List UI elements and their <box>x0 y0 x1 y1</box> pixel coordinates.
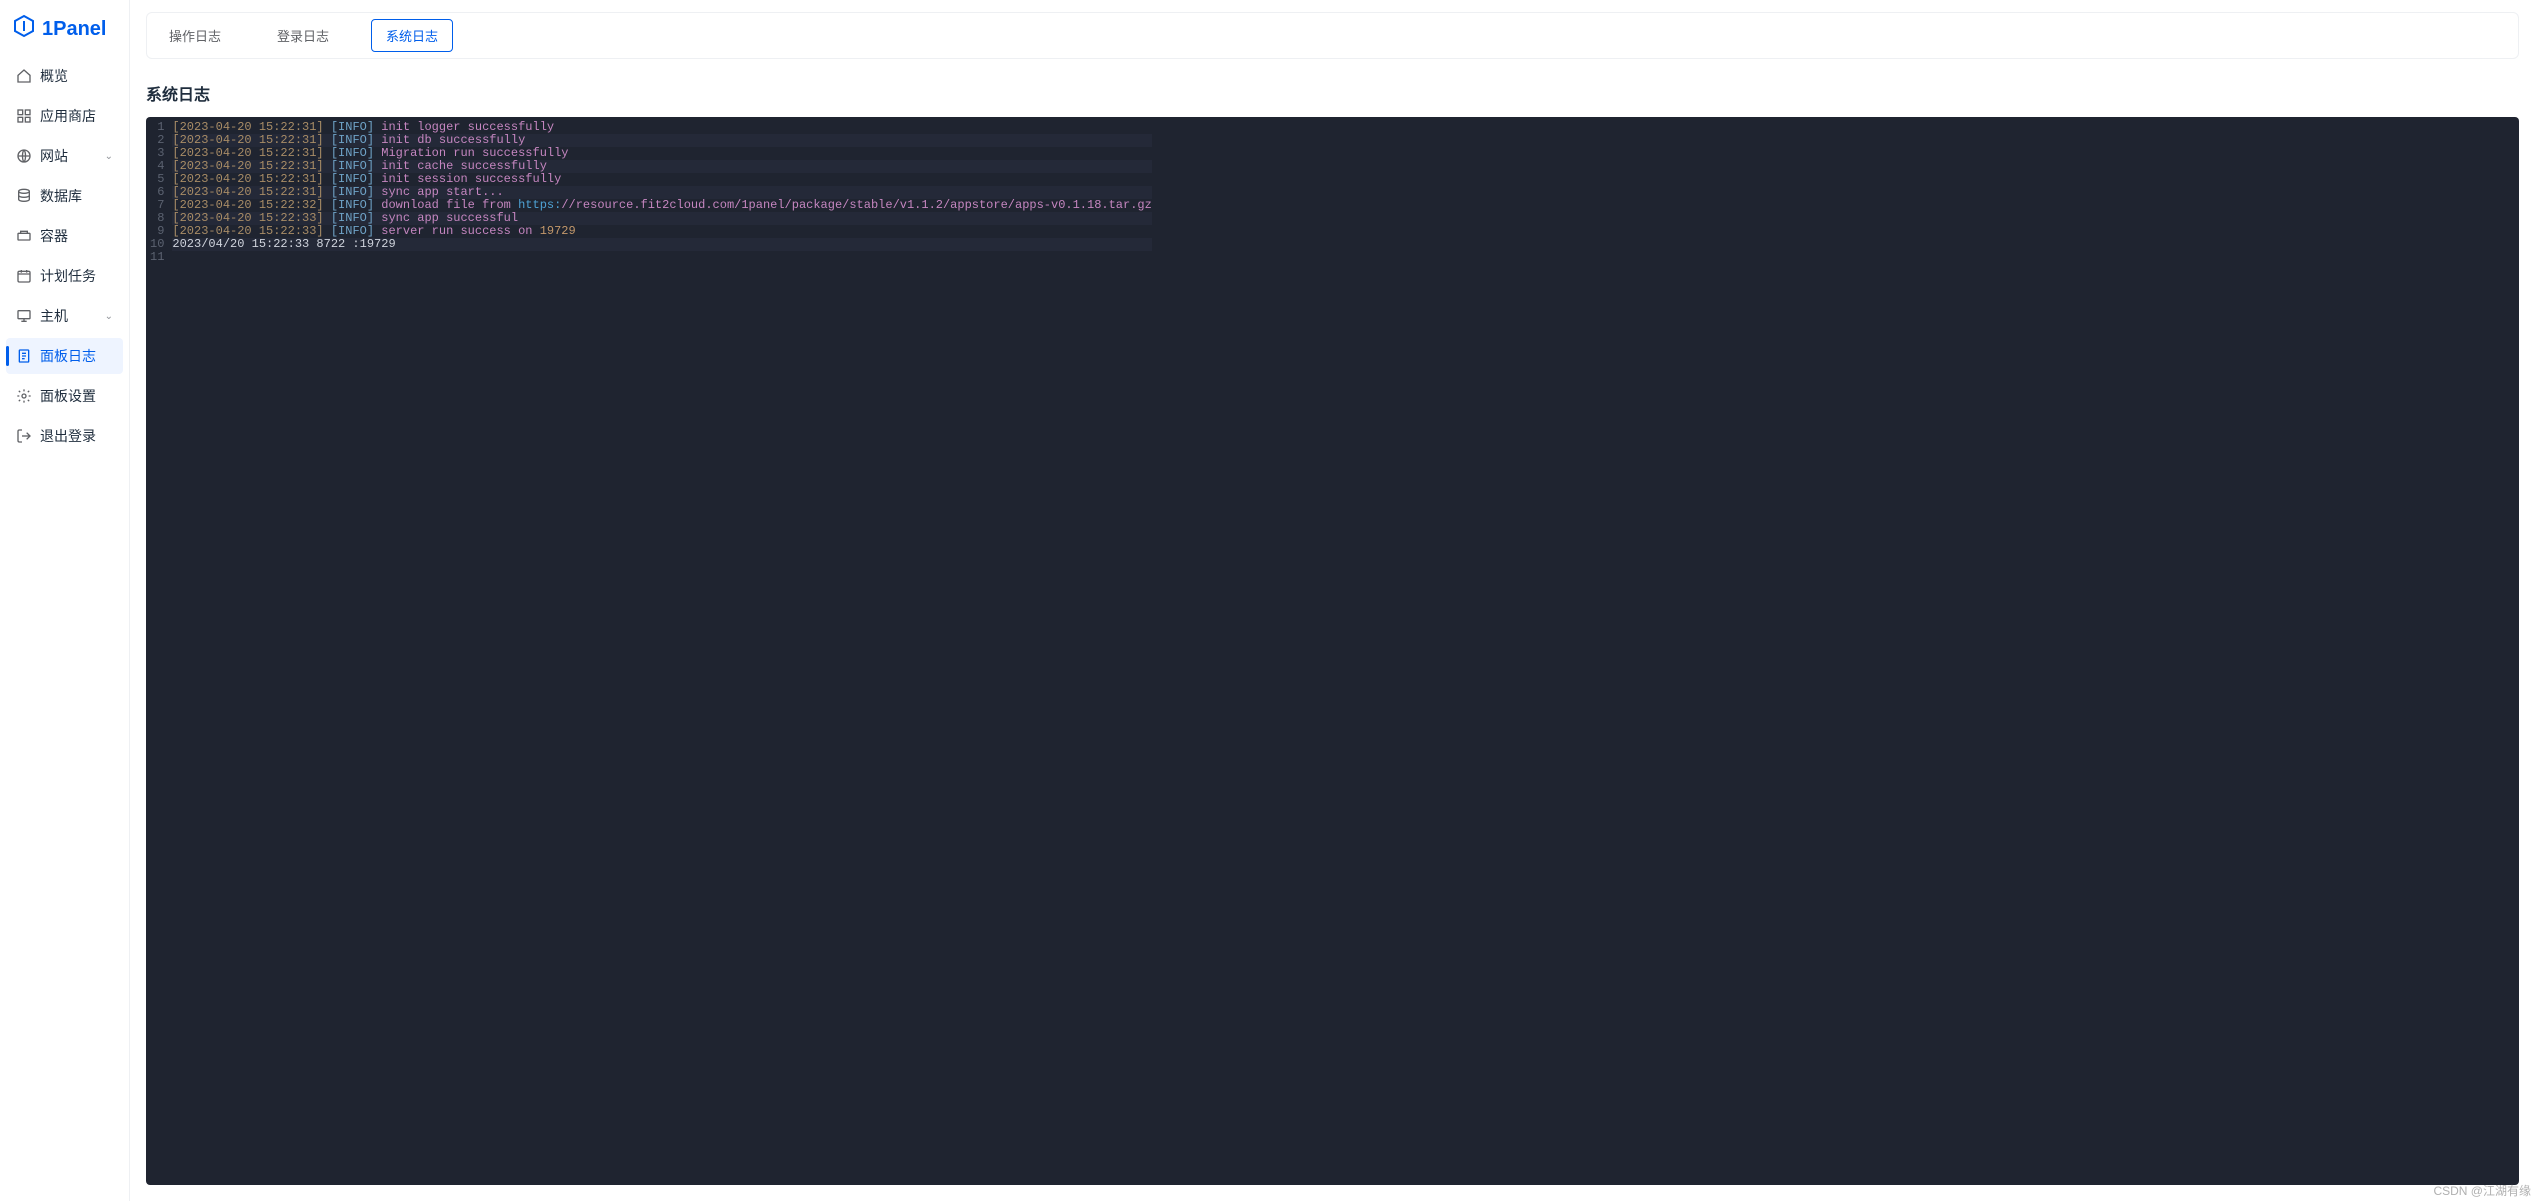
sidebar-item-label: 数据库 <box>40 186 82 206</box>
content: 系统日志 1234567891011 [2023-04-20 15:22:31]… <box>146 81 2519 1185</box>
console-gutter: 1234567891011 <box>146 117 172 1185</box>
schedule-icon <box>16 268 32 284</box>
sidebar-item-6[interactable]: 主机 ⌄ <box>6 298 123 334</box>
home-icon <box>16 68 32 84</box>
logout-icon <box>16 428 32 444</box>
sidebar-item-7[interactable]: 面板日志 <box>6 338 123 374</box>
sidebar-item-2[interactable]: 网站 ⌄ <box>6 138 123 174</box>
globe-icon <box>16 148 32 164</box>
tab-1[interactable]: 登录日志 <box>263 20 343 51</box>
sidebar-item-label: 应用商店 <box>40 106 96 126</box>
brand-hex-icon <box>12 14 36 44</box>
sidebar-item-8[interactable]: 面板设置 <box>6 378 123 414</box>
sidebar-item-5[interactable]: 计划任务 <box>6 258 123 294</box>
sidebar-item-label: 计划任务 <box>40 266 96 286</box>
sidebar-nav: 概览应用商店网站 ⌄ 数据库容器计划任务主机 ⌄ 面板日志面板设置退出登录 <box>6 58 123 454</box>
chevron-down-icon: ⌄ <box>105 311 113 322</box>
brand-text: 1Panel <box>42 18 106 41</box>
main: 操作日志登录日志系统日志 系统日志 1234567891011 [2023-04… <box>130 0 2535 1201</box>
apps-icon <box>16 108 32 124</box>
console-lines: [2023-04-20 15:22:31] [INFO] init logger… <box>172 117 1155 1185</box>
log-icon <box>16 348 32 364</box>
chevron-down-icon: ⌄ <box>105 151 113 162</box>
database-icon <box>16 188 32 204</box>
sidebar-item-label: 主机 <box>40 306 68 326</box>
sidebar-item-1[interactable]: 应用商店 <box>6 98 123 134</box>
sidebar-item-label: 概览 <box>40 66 68 86</box>
host-icon <box>16 308 32 324</box>
tab-0[interactable]: 操作日志 <box>155 20 235 51</box>
sidebar-item-9[interactable]: 退出登录 <box>6 418 123 454</box>
sidebar: 1Panel 概览应用商店网站 ⌄ 数据库容器计划任务主机 ⌄ 面板日志面板设置退出登录 <box>0 0 130 1201</box>
brand-logo: 1Panel <box>6 8 123 58</box>
sidebar-item-4[interactable]: 容器 <box>6 218 123 254</box>
console-line: 2023/04/20 15:22:33 8722 :19729 <box>172 238 1151 251</box>
sidebar-item-label: 面板日志 <box>40 346 96 366</box>
container-icon <box>16 228 32 244</box>
tab-2[interactable]: 系统日志 <box>371 19 453 52</box>
gear-icon <box>16 388 32 404</box>
sidebar-item-3[interactable]: 数据库 <box>6 178 123 214</box>
page-title: 系统日志 <box>146 81 2519 105</box>
watermark: CSDN @江湖有缘 <box>2433 1182 2531 1199</box>
sidebar-item-0[interactable]: 概览 <box>6 58 123 94</box>
sidebar-item-label: 退出登录 <box>40 426 96 446</box>
console: 1234567891011 [2023-04-20 15:22:31] [INF… <box>146 117 2519 1185</box>
sidebar-item-label: 面板设置 <box>40 386 96 406</box>
sidebar-item-label: 网站 <box>40 146 68 166</box>
tabbar: 操作日志登录日志系统日志 <box>146 12 2519 59</box>
sidebar-item-label: 容器 <box>40 226 68 246</box>
